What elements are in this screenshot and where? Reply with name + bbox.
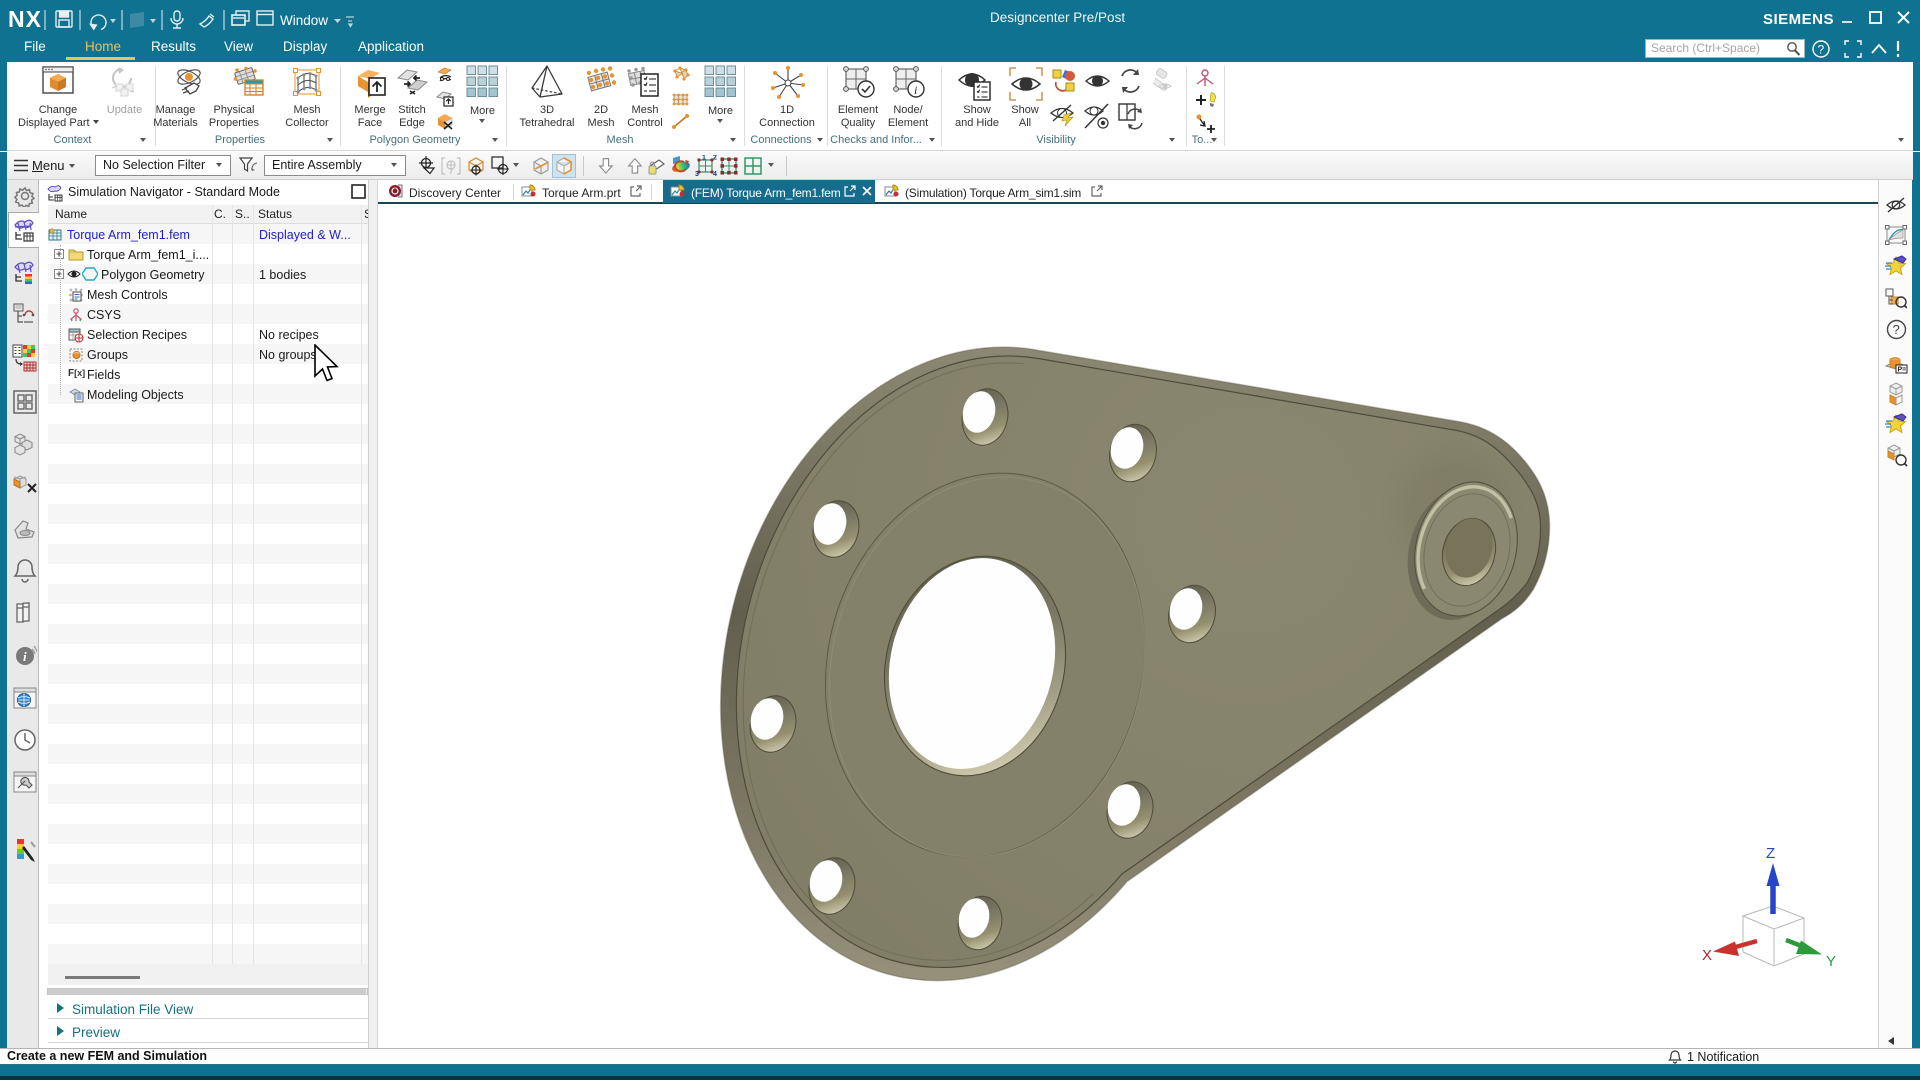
- svg-text:2: 2: [713, 155, 717, 162]
- svg-text:3: 3: [695, 171, 699, 177]
- svg-text:i: i: [914, 83, 917, 97]
- svg-text:?: ?: [1893, 322, 1900, 337]
- svg-text:4: 4: [713, 171, 717, 177]
- svg-text:Z: Z: [1766, 845, 1775, 862]
- svg-text:P=: P=: [1898, 367, 1907, 374]
- svg-text:Window: Window: [280, 13, 328, 28]
- svg-text:?: ?: [1818, 43, 1825, 57]
- svg-text:i: i: [23, 649, 27, 664]
- svg-text:X: X: [1702, 947, 1712, 964]
- svg-text:Y: Y: [1826, 953, 1836, 970]
- svg-text:1: 1: [702, 155, 706, 162]
